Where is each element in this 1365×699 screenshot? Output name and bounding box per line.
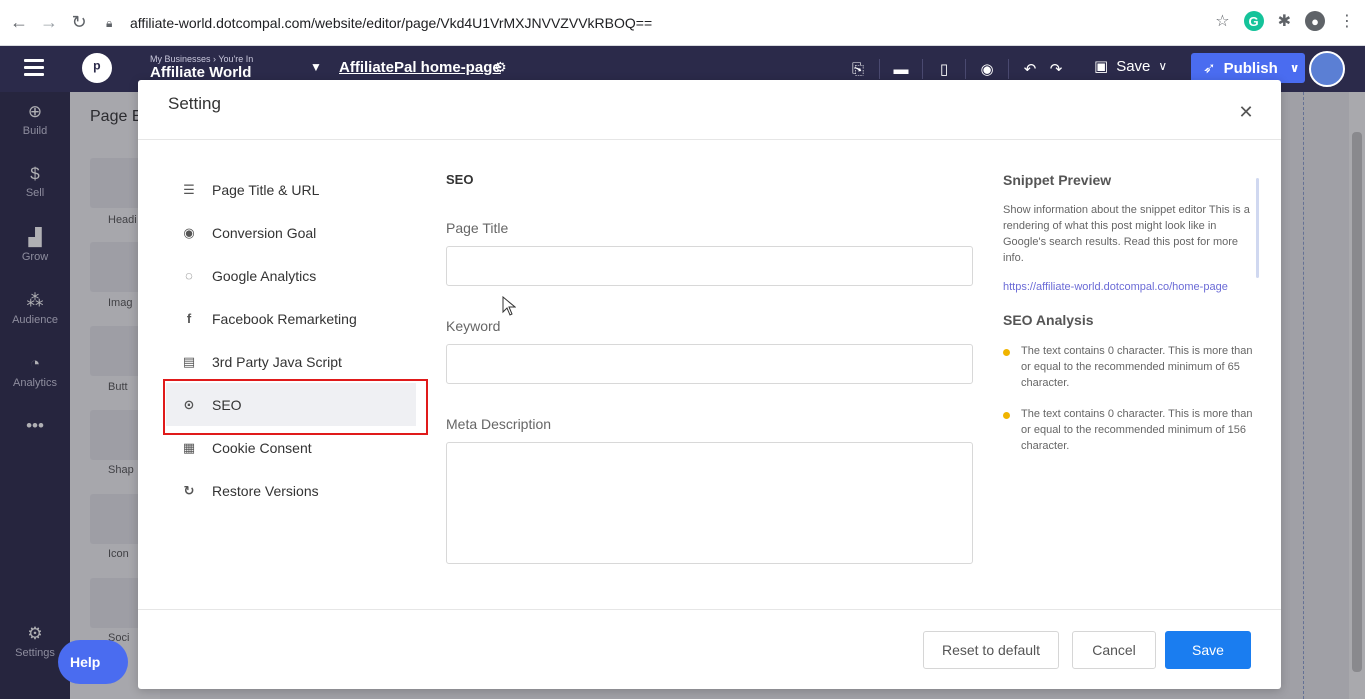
close-icon[interactable]: ✕ xyxy=(1238,102,1254,122)
annotation-highlight xyxy=(163,379,428,435)
seo-form: SEO Page Title Keyword Meta Description xyxy=(446,172,973,564)
meta-description-input[interactable] xyxy=(446,442,973,564)
topbar-save-label: Save xyxy=(1116,57,1151,75)
app-logo[interactable]: ᵖ xyxy=(82,53,112,83)
menu-item-label: Cookie Consent xyxy=(212,439,312,456)
cookie-icon: ▦ xyxy=(182,439,196,455)
publish-label: Publish xyxy=(1223,59,1278,77)
list-icon: ☰ xyxy=(183,181,195,197)
menu-item-label: Page Title & URL xyxy=(212,181,320,198)
extensions-icon[interactable]: ✱ xyxy=(1278,11,1291,31)
gear-icon[interactable]: ⚙ xyxy=(494,59,507,76)
keyword-label: Keyword xyxy=(446,318,501,334)
business-switcher[interactable]: My Businesses › You're In Affiliate Worl… xyxy=(150,54,253,81)
menu-item-facebook-remarketing[interactable]: f Facebook Remarketing xyxy=(166,297,416,340)
preview-device-icon[interactable]: ⎘ xyxy=(845,57,871,81)
business-crumb: My Businesses › You're In xyxy=(150,54,254,64)
editor-tools: ⎘ ▬ ▯ ◉ ↶ ↷ xyxy=(845,57,1069,81)
analysis-text: The text contains 0 character. This is m… xyxy=(1021,408,1253,452)
snippet-description: Show information about the snippet edito… xyxy=(1003,204,1250,264)
snippet-title: Snippet Preview xyxy=(1003,172,1112,188)
desktop-icon[interactable]: ▬ xyxy=(888,57,914,81)
menu-item-label: 3rd Party Java Script xyxy=(212,353,342,370)
lock-icon: 🔒︎ xyxy=(106,16,113,30)
menu-item-restore-versions[interactable]: ↻ Restore Versions xyxy=(166,469,416,512)
chevron-down-icon[interactable]: ▼ xyxy=(310,60,322,74)
menu-kebab-icon[interactable]: ⋮ xyxy=(1339,11,1355,31)
chevron-down-icon[interactable]: ∨ xyxy=(1290,61,1300,75)
reload-icon[interactable]: ↻ xyxy=(68,12,90,34)
back-arrow-icon[interactable]: ← xyxy=(8,12,30,34)
save-button[interactable]: Save xyxy=(1165,631,1251,669)
browser-actions: ☆ G ✱ ● ⋮ xyxy=(1215,11,1355,31)
script-icon: ▤ xyxy=(182,353,196,369)
divider xyxy=(965,59,966,79)
page-name-link[interactable]: AffiliatePal home-page xyxy=(339,59,501,76)
mobile-icon[interactable]: ▯ xyxy=(931,57,957,81)
rocket-icon: ➶ xyxy=(1203,60,1216,77)
divider xyxy=(138,139,1281,140)
menu-item-page-title-url[interactable]: ☰ Page Title & URL xyxy=(166,168,416,211)
menu-item-label: Google Analytics xyxy=(212,267,317,284)
status-dot-icon xyxy=(1003,412,1010,419)
analytics-icon: ◌ xyxy=(185,268,193,283)
restore-icon: ↻ xyxy=(183,482,195,498)
profile-icon[interactable]: ● xyxy=(1305,11,1325,31)
status-dot-icon xyxy=(1003,349,1010,356)
modal-title: Setting xyxy=(168,94,221,113)
divider xyxy=(138,609,1281,610)
section-title: SEO xyxy=(446,172,474,187)
divider xyxy=(879,59,880,79)
mouse-cursor-icon xyxy=(502,296,516,316)
url-text: affiliate-world.dotcompal.com/website/ed… xyxy=(130,15,653,31)
snippet-url[interactable]: https://affiliate-world.dotcompal.co/hom… xyxy=(1003,280,1253,294)
cancel-button[interactable]: Cancel xyxy=(1072,631,1156,669)
publish-button[interactable]: ➶ Publish ∨ xyxy=(1191,53,1305,83)
forward-arrow-icon[interactable]: → xyxy=(38,12,60,34)
target-icon: ◉ xyxy=(183,224,195,240)
grammarly-icon[interactable]: G xyxy=(1243,11,1264,31)
seo-analysis-title: SEO Analysis xyxy=(1003,312,1094,328)
snippet-preview: Snippet Preview Show information about t… xyxy=(1003,172,1253,454)
undo-icon[interactable]: ↶ xyxy=(1017,57,1043,81)
facebook-icon: f xyxy=(186,311,192,326)
keyword-input[interactable] xyxy=(446,344,973,384)
chevron-down-icon: ∨ xyxy=(1158,59,1168,73)
browser-toolbar: ← → ↻ 🔒︎ affiliate-world.dotcompal.com/w… xyxy=(0,0,1365,46)
settings-menu: ☰ Page Title & URL ◉ Conversion Goal ◌ G… xyxy=(166,168,416,512)
meta-description-label: Meta Description xyxy=(446,416,552,432)
menu-item-conversion-goal[interactable]: ◉ Conversion Goal xyxy=(166,211,416,254)
analysis-item: The text contains 0 character. This is m… xyxy=(1003,406,1253,454)
reset-default-button[interactable]: Reset to default xyxy=(923,631,1059,669)
business-name: Affiliate World xyxy=(150,64,252,81)
divider xyxy=(1008,59,1009,79)
snippet-scrollbar[interactable] xyxy=(1256,178,1259,278)
menu-item-label: Conversion Goal xyxy=(212,224,317,241)
redo-icon[interactable]: ↷ xyxy=(1043,57,1069,81)
eye-icon[interactable]: ◉ xyxy=(974,57,1000,81)
avatar[interactable] xyxy=(1309,51,1345,87)
analysis-text: The text contains 0 character. This is m… xyxy=(1021,345,1253,389)
menu-item-google-analytics[interactable]: ◌ Google Analytics xyxy=(166,254,416,297)
save-icon: ▣ xyxy=(1094,58,1109,75)
menu-item-third-party-js[interactable]: ▤ 3rd Party Java Script xyxy=(166,340,416,383)
analysis-item: The text contains 0 character. This is m… xyxy=(1003,343,1253,391)
address-bar[interactable]: 🔒︎ affiliate-world.dotcompal.com/website… xyxy=(106,9,1226,37)
star-icon[interactable]: ☆ xyxy=(1215,11,1229,31)
page-title-label: Page Title xyxy=(446,220,509,236)
hamburger-icon[interactable] xyxy=(24,59,44,77)
menu-item-label: Restore Versions xyxy=(212,482,319,499)
page-title-input[interactable] xyxy=(446,246,973,286)
menu-item-label: Facebook Remarketing xyxy=(212,310,357,327)
divider xyxy=(922,59,923,79)
topbar-save-button[interactable]: ▣ Save ∨ xyxy=(1094,57,1168,76)
help-button[interactable]: Help xyxy=(58,640,128,684)
